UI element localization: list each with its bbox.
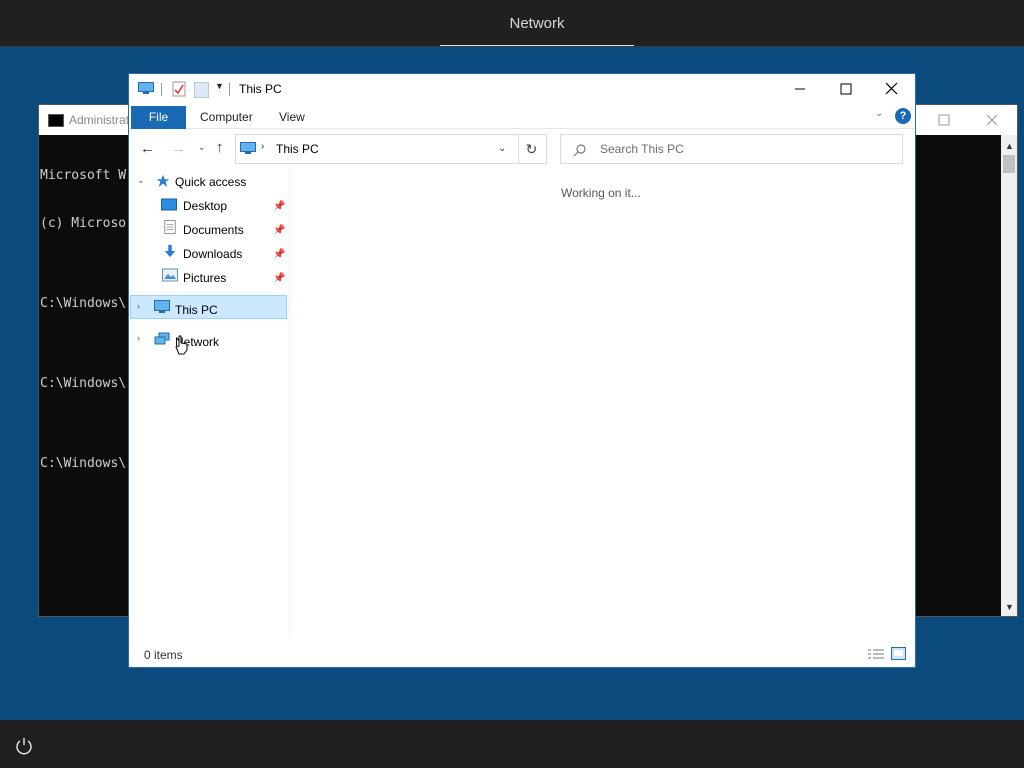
cmd-output: Microsoft W (c) Microso C:\Windows\ C:\W… [40,136,126,504]
chevron-right-icon[interactable]: › [137,333,140,343]
status-bar: 0 items [129,643,915,667]
window-title: This PC [239,82,282,96]
mouse-pointer-icon [175,335,188,355]
pc-icon [240,142,256,154]
ribbon: File Computer View ⌄ ? [129,104,915,129]
desktop-icon [161,198,177,211]
downloads-icon [164,244,176,258]
search-icon [573,144,586,157]
address-bar[interactable]: › This PC ⌄ [235,134,519,164]
recent-locations-icon[interactable]: ⌄ [198,142,206,153]
cmd-line: C:\Windows\ [40,296,127,311]
star-icon [156,174,170,188]
network-icon [154,332,170,345]
properties-icon[interactable] [172,81,186,97]
up-arrow-icon[interactable]: ↑ [216,139,224,156]
cmd-line: Microsoft W [40,168,127,183]
pin-icon[interactable]: 📌 [273,225,285,236]
scroll-thumb[interactable] [1003,155,1015,173]
minimize-icon[interactable] [777,74,823,104]
chevron-down-icon[interactable]: ⌄ [498,143,506,154]
content-status-text: Working on it... [561,186,641,200]
cmd-scrollbar[interactable]: ▲ ▼ [1001,135,1017,616]
item-count: 0 items [144,648,183,662]
sidebar-item-downloads[interactable]: Downloads [183,243,242,265]
cmd-line: C:\Windows\ [40,376,127,391]
network-tab[interactable]: Network [440,0,634,46]
search-box[interactable]: Search This PC [560,134,903,164]
file-explorer-window[interactable]: ▼ This PC File Computer View ⌄ ? ← → ⌄ ↑… [129,74,915,667]
separator [161,83,162,96]
chevron-down-icon[interactable]: ⌄ [137,175,145,186]
address-path[interactable]: This PC [276,142,319,156]
power-icon[interactable] [14,736,34,756]
pc-icon [138,82,154,94]
new-folder-icon[interactable] [194,82,209,98]
tab-file[interactable]: File [131,106,186,129]
customize-toolbar-icon[interactable]: ▼ [215,81,224,91]
scroll-up-icon[interactable]: ▲ [1005,141,1014,151]
close-icon[interactable] [869,74,915,104]
refresh-icon[interactable]: ↻ [517,134,547,164]
cmd-icon [48,114,64,127]
large-icons-view-icon[interactable] [891,647,906,660]
explorer-titlebar[interactable]: ▼ This PC [129,74,915,104]
help-icon[interactable]: ? [895,108,911,124]
search-placeholder: Search This PC [600,142,684,156]
tab-computer[interactable]: Computer [200,106,253,128]
pane-divider[interactable] [289,167,290,637]
expand-ribbon-icon[interactable]: ⌄ [875,108,883,119]
chevron-right-icon[interactable]: › [137,301,140,311]
cmd-line: (c) Microso [40,216,127,231]
close-icon[interactable] [983,111,1001,129]
scroll-down-icon[interactable]: ▼ [1005,602,1014,612]
sidebar-item-this-pc[interactable]: This PC [175,299,218,321]
cmd-line: C:\Windows\ [40,456,127,471]
sidebar-item-documents[interactable]: Documents [183,219,244,241]
tab-view[interactable]: View [279,106,305,128]
pictures-icon [162,268,178,282]
navigation-pane: ⌄ Quick access Desktop 📌 Documents 📌 Dow… [129,167,289,637]
top-bar-divider [0,46,1024,47]
sidebar-item-pictures[interactable]: Pictures [183,267,226,289]
cmd-title: Administrati [69,113,132,127]
pin-icon[interactable]: 📌 [273,273,285,284]
chevron-right-icon[interactable]: › [261,141,264,152]
navigation-bar: ← → ⌄ ↑ › This PC ⌄ ↻ Search This PC [129,129,915,167]
details-view-icon[interactable] [868,648,884,660]
pin-icon[interactable]: 📌 [273,201,285,212]
sidebar-item-desktop[interactable]: Desktop [183,195,227,217]
back-arrow-icon[interactable]: ← [140,140,155,157]
sidebar-item-quick-access[interactable]: Quick access [175,171,246,193]
pin-icon[interactable]: 📌 [273,249,285,260]
maximize-icon[interactable] [935,111,953,129]
documents-icon [164,220,176,234]
forward-arrow-icon[interactable]: → [171,140,186,157]
separator [229,83,230,96]
maximize-icon[interactable] [823,74,869,104]
bottom-bar [0,720,1024,768]
pc-icon [154,300,170,313]
